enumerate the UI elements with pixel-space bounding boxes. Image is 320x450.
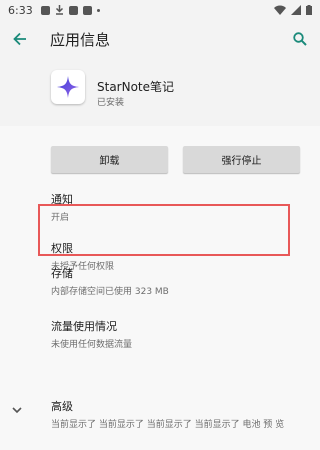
- expand-button[interactable]: [10, 402, 26, 416]
- more-notifications-icon: [96, 8, 100, 12]
- notification-icons: [40, 5, 100, 15]
- notification-icon: [40, 5, 50, 15]
- search-icon: [293, 32, 307, 46]
- wifi-icon: [274, 5, 286, 15]
- notification-icon: [82, 5, 92, 15]
- list-item-title: 权限: [51, 242, 73, 255]
- status-bar: 6:33: [0, 0, 320, 20]
- notification-icon: [68, 5, 78, 15]
- arrow-back-icon: [13, 32, 26, 46]
- data-usage-item[interactable]: 流量使用情况 未使用任何数据流量: [51, 318, 132, 350]
- app-icon: [51, 70, 85, 104]
- signal-icon: [291, 5, 301, 15]
- system-icons: [274, 5, 312, 15]
- list-item-title: 存储: [51, 267, 73, 280]
- back-button[interactable]: [4, 23, 36, 55]
- app-bar: 应用信息: [0, 20, 320, 58]
- list-item-subtitle: 内部存储空间已使用 323 MB: [51, 287, 169, 297]
- list-item-subtitle: 当前显示了 当前显示了 当前显示了 当前显示了 电池 预 览: [51, 420, 285, 430]
- storage-item[interactable]: 存储 内部存储空间已使用 323 MB: [51, 265, 169, 297]
- list-item-title: 流量使用情况: [51, 320, 117, 333]
- app-header: StarNote笔记 已安装: [0, 58, 320, 126]
- battery-icon: [306, 5, 312, 15]
- list-item-subtitle: 未使用任何数据流量: [51, 340, 133, 350]
- advanced-item[interactable]: 高级 当前显示了 当前显示了 当前显示了 当前显示了 电池 预 览: [51, 398, 284, 430]
- chevron-down-icon: [12, 407, 22, 414]
- status-time: 6:33: [8, 3, 33, 17]
- uninstall-button[interactable]: 卸载: [51, 146, 168, 173]
- app-install-status: 已安装: [97, 98, 125, 108]
- starnote-logo-icon: [57, 76, 79, 98]
- app-name: StarNote笔记: [97, 80, 175, 94]
- search-button[interactable]: [284, 23, 316, 55]
- page-title: 应用信息: [50, 30, 111, 49]
- list-item-title: 高级: [51, 400, 73, 413]
- force-stop-button[interactable]: 强行停止: [183, 146, 300, 173]
- download-icon: [55, 5, 63, 15]
